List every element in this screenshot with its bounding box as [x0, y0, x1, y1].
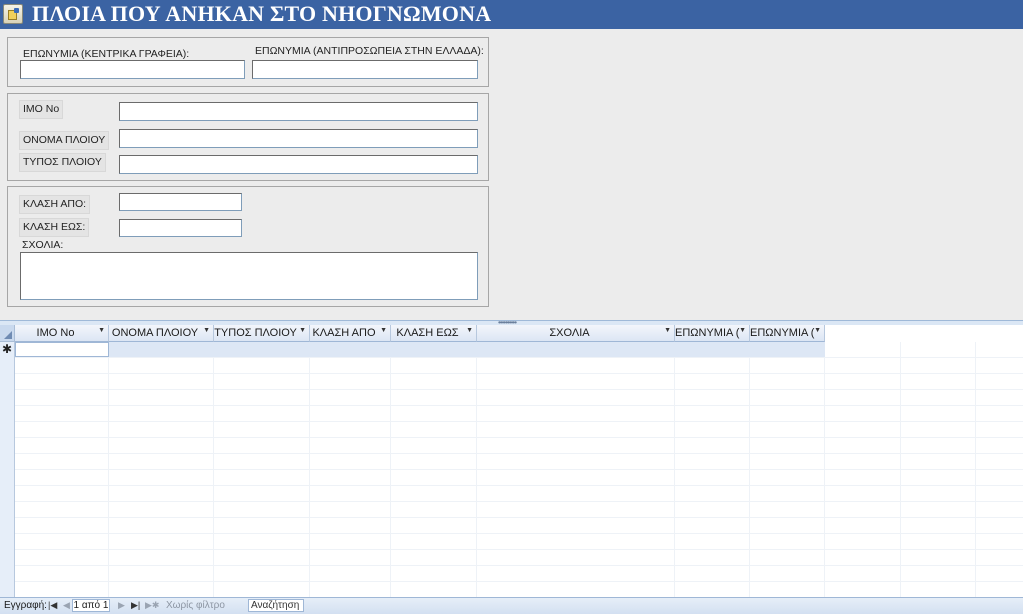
grid-row-line	[15, 437, 1023, 438]
column-dropdown-icon[interactable]: ▼	[466, 327, 473, 334]
previous-record-button[interactable]: ◀	[63, 600, 70, 611]
column-header-label: ΤΥΠΟΣ ΠΛΟΙΟΥ	[214, 327, 297, 339]
record-navigation-bar: Εγγραφή: |◀ ◀ 1 από 1 ▶ ▶| ▶✱ Χωρίς φίλτ…	[0, 597, 1023, 614]
column-dropdown-icon[interactable]: ▼	[664, 327, 671, 334]
column-header-6[interactable]: ΣΧΟΛΙΑ ▼	[477, 325, 675, 342]
new-record-row[interactable]	[15, 342, 825, 357]
next-record-button[interactable]: ▶	[118, 600, 125, 611]
column-header-5[interactable]: ΚΛΑΣΗ ΕΩΣ ▼	[391, 325, 477, 342]
grid-row-line	[15, 469, 1023, 470]
column-header-label: ΕΠΩΝΥΜΙΑ (	[750, 327, 815, 339]
column-header-3[interactable]: ΤΥΠΟΣ ΠΛΟΙΟΥ ▼	[214, 325, 310, 342]
current-record-field[interactable]: 1 από 1	[72, 599, 110, 612]
column-header-8[interactable]: ΕΠΩΝΥΜΙΑ (▼	[750, 325, 825, 342]
grid-row-line	[15, 517, 1023, 518]
comments-field[interactable]	[20, 252, 478, 300]
grid-row-line	[15, 485, 1023, 486]
grid-row-line	[15, 501, 1023, 502]
column-header-label: ΣΧΟΛΙΑ	[549, 327, 590, 339]
search-box[interactable]: Αναζήτηση	[248, 599, 304, 612]
record-label: Εγγραφή:	[4, 600, 47, 611]
new-record-icon: ✱	[2, 342, 13, 356]
ship-name-field[interactable]	[119, 129, 478, 148]
imo-field[interactable]	[119, 102, 478, 121]
filter-status[interactable]: Χωρίς φίλτρο	[166, 600, 225, 611]
imo-label: IMO No	[19, 100, 64, 119]
grid-row-line	[15, 453, 1023, 454]
column-dropdown-icon[interactable]: ▼	[739, 327, 746, 334]
class-to-label: ΚΛΑΣΗ ΕΩΣ:	[19, 218, 90, 237]
company-gr-label: ΕΠΩΝΥΜΙΑ (ΑΝΤΙΠΡΟΣΩΠΕΙΑ ΣΤΗΝ ΕΛΛΑΔΑ):	[255, 45, 484, 57]
column-header-label: ΟΝΟΜΑ ΠΛΟΙΟΥ	[111, 327, 199, 339]
ship-type-label: ΤΥΠΟΣ ΠΛΟΙΟΥ	[19, 153, 106, 172]
form-header: ΠΛΟΙΑ ΠΟΥ ΑΝΗΚΑΝ ΣΤΟ ΝΗΟΓΝΩΜΟΝΑ	[0, 0, 1023, 29]
ship-name-label: ΟΝΟΜΑ ΠΛΟΙΟΥ	[19, 131, 110, 150]
grid-row-line	[15, 357, 1023, 358]
ship-type-field[interactable]	[119, 155, 478, 174]
first-record-button[interactable]: |◀	[48, 600, 57, 611]
column-header-1[interactable]: IMO No ▼	[15, 325, 109, 342]
column-header-label: IMO No	[36, 327, 75, 339]
class-to-field[interactable]	[119, 219, 242, 237]
active-cell[interactable]	[15, 342, 109, 357]
form-title: ΠΛΟΙΑ ΠΟΥ ΑΝΗΚΑΝ ΣΤΟ ΝΗΟΓΝΩΜΟΝΑ	[32, 1, 492, 26]
column-header-label: ΚΛΑΣΗ ΕΩΣ	[396, 327, 459, 339]
column-dropdown-icon[interactable]: ▼	[98, 327, 105, 334]
company-gr-field[interactable]	[252, 60, 478, 79]
grid-row-line	[15, 421, 1023, 422]
class-from-field[interactable]	[119, 193, 242, 211]
column-header-label: ΕΠΩΝΥΜΙΑ (	[675, 327, 740, 339]
column-header-4[interactable]: ΚΛΑΣΗ ΑΠΟ ▼	[310, 325, 391, 342]
grid-row-line	[15, 373, 1023, 374]
column-dropdown-icon[interactable]: ▼	[299, 327, 306, 334]
row-selector-column[interactable]	[0, 342, 15, 597]
column-dropdown-icon[interactable]: ▼	[380, 327, 387, 334]
company-hq-field[interactable]	[20, 60, 245, 79]
column-header-label: ΚΛΑΣΗ ΑΠΟ	[312, 327, 376, 339]
grid-row-line	[15, 389, 1023, 390]
ship-panel: IMO No ΟΝΟΜΑ ΠΛΟΙΟΥ ΤΥΠΟΣ ΠΛΟΙΟΥ	[7, 93, 489, 181]
datasheet: IMO No ▼ ΟΝΟΜΑ ΠΛΟΙΟΥ ▼ ΤΥΠΟΣ ΠΛΟΙΟΥ ▼ ΚΛΑΣΗ Α…	[0, 325, 1023, 597]
grid-row-line	[15, 533, 1023, 534]
grid-row-line	[15, 405, 1023, 406]
last-record-button[interactable]: ▶|	[131, 600, 140, 611]
column-header-7[interactable]: ΕΠΩΝΥΜΙΑ (▼	[675, 325, 750, 342]
grid-row-line	[15, 549, 1023, 550]
form-icon[interactable]	[3, 4, 23, 24]
company-panel: ΕΠΩΝΥΜΙΑ (ΚΕΝΤΡΙΚΑ ΓΡΑΦΕΙΑ): ΕΠΩΝΥΜΙΑ (Α…	[7, 37, 489, 87]
column-header-2[interactable]: ΟΝΟΜΑ ΠΛΟΙΟΥ ▼	[109, 325, 214, 342]
class-panel: ΚΛΑΣΗ ΑΠΟ: ΚΛΑΣΗ ΕΩΣ: ΣΧΟΛΙΑ:	[7, 186, 489, 307]
column-dropdown-icon[interactable]: ▼	[203, 327, 210, 334]
grid-row-line	[15, 565, 1023, 566]
grid-row-line	[15, 581, 1023, 582]
select-all-button[interactable]	[0, 325, 15, 342]
column-dropdown-icon[interactable]: ▼	[814, 327, 821, 334]
class-from-label: ΚΛΑΣΗ ΑΠΟ:	[19, 195, 91, 214]
new-record-button[interactable]: ▶✱	[145, 600, 159, 611]
